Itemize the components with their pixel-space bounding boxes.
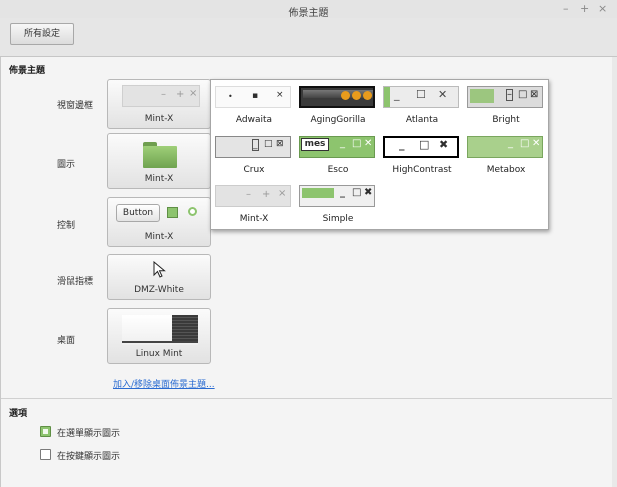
mouse-pointer-label: 滑鼠指標 bbox=[57, 277, 94, 287]
close-icon: ✕ bbox=[438, 88, 448, 101]
theme-name: AgingGorilla bbox=[310, 115, 366, 125]
add-remove-desktop-themes-link[interactable]: 加入/移除桌面佈景主題... bbox=[113, 377, 215, 390]
mouse-pointer-theme-name: DMZ-White bbox=[134, 285, 184, 295]
close-icon: × bbox=[276, 90, 284, 100]
theme-option-simple[interactable]: _ □ ✖ Simple bbox=[296, 183, 376, 229]
controls-preview-button: Button bbox=[116, 204, 160, 222]
show-icons-on-buttons-label: 在按鍵顯示圖示 bbox=[57, 452, 121, 462]
theme-name: Adwaita bbox=[235, 115, 273, 125]
maximize-icon: □ bbox=[352, 138, 362, 149]
minimize-icon: _ bbox=[399, 138, 405, 151]
maximize-icon: □ bbox=[419, 138, 430, 151]
close-icon: ✖ bbox=[364, 187, 373, 198]
minimize-icon bbox=[341, 91, 350, 100]
theme-option-esco[interactable]: mes _ □ ✕ Esco bbox=[296, 134, 376, 180]
maximize-icon: □ bbox=[518, 89, 528, 100]
maximize-icon: ▪ bbox=[252, 91, 259, 101]
desktop-theme-button[interactable]: Linux Mint bbox=[107, 308, 211, 364]
icons-theme-name: Mint-X bbox=[144, 174, 174, 184]
minimize-icon: – bbox=[161, 89, 166, 100]
close-icon: ✖ bbox=[439, 138, 449, 151]
window-title: 佈景主題 bbox=[288, 8, 329, 19]
theme-name: Metabox bbox=[486, 165, 526, 175]
theme-name: Atlanta bbox=[405, 115, 439, 125]
maximize-icon: + bbox=[176, 89, 185, 100]
show-icons-in-menus-checkbox[interactable] bbox=[40, 426, 51, 437]
toolbar: 所有設定 bbox=[0, 18, 617, 57]
theme-name: Crux bbox=[243, 165, 265, 175]
theme-name: HighContrast bbox=[392, 165, 452, 175]
show-icons-in-menus-label: 在選單顯示圖示 bbox=[57, 429, 121, 439]
window-theme-chooser-popup: • ▪ × Adwaita AgingGorilla _ ☐ ✕ Atlanta… bbox=[210, 79, 549, 230]
radio-preview-icon bbox=[188, 207, 197, 216]
theme-name: Simple bbox=[322, 214, 354, 224]
all-settings-button[interactable]: 所有設定 bbox=[10, 23, 74, 45]
theme-option-metabox[interactable]: _ □ ✕ Metabox bbox=[464, 134, 544, 180]
theme-option-mint-x[interactable]: – + × Mint-X bbox=[212, 183, 292, 229]
desktop-preview bbox=[122, 315, 198, 345]
scrollbar[interactable] bbox=[612, 57, 617, 487]
mouse-pointer-theme-button[interactable]: DMZ-White bbox=[107, 254, 211, 300]
theme-option-crux[interactable]: _ □ ⊠ Crux bbox=[212, 134, 292, 180]
theme-name: Bright bbox=[492, 115, 520, 125]
maximize-icon: □ bbox=[264, 139, 273, 149]
minimize-icon: _ bbox=[508, 138, 513, 149]
themes-section-title: 佈景主題 bbox=[9, 66, 46, 76]
maximize-button[interactable]: + bbox=[580, 2, 589, 15]
minimize-icon: • bbox=[228, 92, 233, 101]
window-border-preview: – + × bbox=[122, 85, 200, 107]
theme-name: Mint-X bbox=[239, 214, 269, 224]
maximize-icon: + bbox=[262, 189, 271, 200]
window-borders-theme-name: Mint-X bbox=[144, 114, 174, 124]
icons-label: 圖示 bbox=[57, 160, 76, 170]
title-bar: 佈景主題 – + × bbox=[0, 0, 617, 19]
theme-option-bright[interactable]: – □ ⊠ Bright bbox=[464, 84, 544, 130]
close-button[interactable]: × bbox=[598, 2, 607, 15]
theme-option-aginggorilla[interactable]: AgingGorilla bbox=[296, 84, 376, 130]
close-icon: ⊠ bbox=[276, 139, 284, 149]
controls-theme-button[interactable]: Button Mint-X bbox=[107, 197, 211, 247]
maximize-icon bbox=[352, 91, 361, 100]
close-icon bbox=[363, 91, 372, 100]
theme-name: Esco bbox=[327, 165, 349, 175]
section-divider bbox=[1, 398, 612, 399]
theme-option-highcontrast[interactable]: _ □ ✖ HighContrast bbox=[380, 134, 460, 180]
minimize-icon: _ bbox=[340, 138, 345, 149]
maximize-icon: ☐ bbox=[416, 88, 426, 101]
minimize-icon: _ bbox=[394, 88, 400, 101]
theme-option-adwaita[interactable]: • ▪ × Adwaita bbox=[212, 84, 292, 130]
minimize-icon: – bbox=[506, 89, 513, 101]
minimize-icon: – bbox=[246, 189, 251, 200]
esco-preview-text: mes bbox=[301, 138, 329, 151]
folder-icon bbox=[143, 142, 177, 168]
maximize-icon: □ bbox=[352, 187, 362, 198]
minimize-icon: _ bbox=[340, 187, 345, 198]
icons-theme-button[interactable]: Mint-X bbox=[107, 133, 211, 189]
window-borders-label: 視窗邊框 bbox=[57, 101, 94, 111]
maximize-icon: □ bbox=[520, 138, 530, 149]
close-icon: ⊠ bbox=[530, 89, 539, 100]
window-borders-theme-button[interactable]: – + × Mint-X bbox=[107, 79, 211, 129]
desktop-label: 桌面 bbox=[57, 336, 76, 346]
close-icon: ✕ bbox=[532, 138, 541, 149]
options-section-title: 選項 bbox=[9, 409, 28, 419]
checkbox-preview-icon bbox=[167, 207, 178, 218]
theme-option-atlanta[interactable]: _ ☐ ✕ Atlanta bbox=[380, 84, 460, 130]
controls-label: 控制 bbox=[57, 221, 76, 231]
close-icon: ✕ bbox=[364, 138, 373, 149]
close-icon: × bbox=[278, 188, 287, 199]
cursor-arrow-icon bbox=[153, 261, 166, 278]
close-icon: × bbox=[189, 88, 198, 99]
minimize-icon: _ bbox=[252, 139, 259, 151]
desktop-theme-name: Linux Mint bbox=[135, 349, 183, 359]
controls-theme-name: Mint-X bbox=[144, 232, 174, 242]
minimize-button[interactable]: – bbox=[563, 2, 569, 15]
desktop-menu-preview bbox=[172, 315, 198, 341]
show-icons-on-buttons-checkbox[interactable] bbox=[40, 449, 51, 460]
